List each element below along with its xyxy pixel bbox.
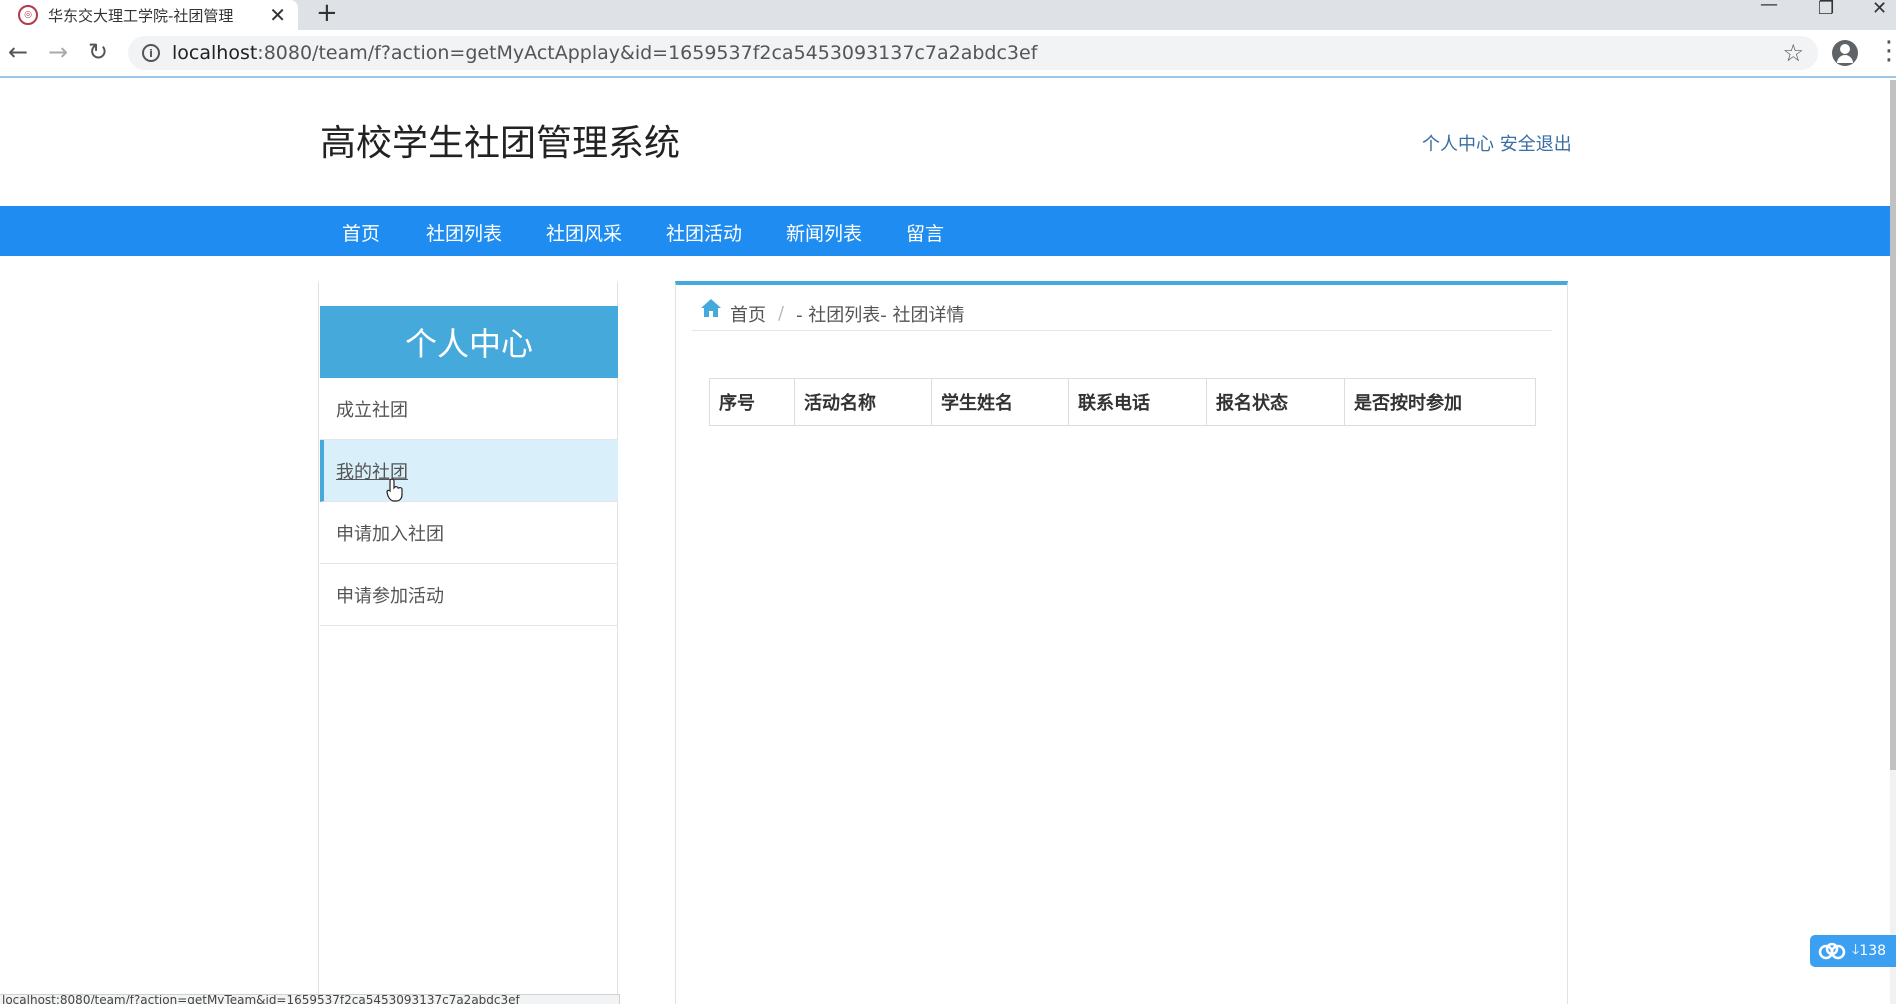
- nav-item-home[interactable]: 首页: [342, 219, 380, 246]
- site-title: 高校学生社团管理系统: [320, 123, 681, 164]
- back-button[interactable]: ←: [8, 40, 28, 64]
- status-bar-url: localhost:8080/team/f?action=getMyTeam&i…: [0, 994, 620, 1004]
- university-logo-icon: ◎: [18, 5, 38, 25]
- profile-avatar-icon[interactable]: [1832, 40, 1858, 66]
- download-arrow-icon: 🡓: [1852, 942, 1860, 958]
- breadcrumb-separator: /: [778, 303, 785, 324]
- address-bar[interactable]: i localhost:8080/team/f?action=getMyActA…: [128, 36, 1818, 70]
- sidebar-item-my-clubs[interactable]: 我的社团: [320, 440, 618, 502]
- minimize-button[interactable]: —: [1760, 0, 1778, 14]
- nav-item-club-showcase[interactable]: 社团风采: [546, 219, 622, 246]
- logout-link[interactable]: 安全退出: [1500, 134, 1572, 155]
- header-links: 个人中心 安全退出: [1422, 130, 1572, 156]
- sidebar-title: 个人中心: [320, 306, 618, 378]
- column-header-signup-status: 报名状态: [1207, 379, 1345, 425]
- main-nav: 首页 社团列表 社团风采 社团活动 新闻列表 留言: [0, 206, 1890, 256]
- nav-item-club-activities[interactable]: 社团活动: [666, 219, 742, 246]
- browser-tab-strip: ◎ 华东交大理工学院-社团管理 ✕ + — ❐ ✕: [0, 0, 1896, 30]
- scrollbar-thumb[interactable]: [1890, 80, 1896, 770]
- cloud-download-widget[interactable]: 🡓 138: [1810, 935, 1896, 967]
- new-tab-button[interactable]: +: [316, 0, 338, 26]
- breadcrumb: 首页 / - 社团列表- 社团详情: [692, 297, 1552, 331]
- download-count: 138: [1859, 943, 1887, 959]
- personal-center-link[interactable]: 个人中心: [1422, 134, 1494, 155]
- restore-button[interactable]: ❐: [1818, 0, 1834, 18]
- sidebar: 个人中心 成立社团 我的社团 申请加入社团 申请参加活动: [318, 282, 618, 1004]
- column-header-index: 序号: [710, 379, 795, 425]
- star-icon[interactable]: ☆: [1782, 39, 1804, 67]
- column-header-activity-name: 活动名称: [795, 379, 932, 425]
- cloud-icon: [1818, 942, 1846, 960]
- tab-title: 华东交大理工学院-社团管理: [48, 6, 234, 25]
- content-panel: 首页 / - 社团列表- 社团详情 序号 活动名称 学生姓名 联系电话 报名状态…: [675, 281, 1568, 1004]
- nav-item-messages[interactable]: 留言: [906, 219, 944, 246]
- breadcrumb-trail: - 社团列表- 社团详情: [796, 304, 965, 326]
- forward-button[interactable]: →: [48, 40, 68, 64]
- info-icon[interactable]: i: [142, 44, 160, 62]
- hand-cursor-icon: [386, 478, 403, 502]
- browser-menu-icon[interactable]: ⋮: [1876, 38, 1896, 64]
- sidebar-item-create-club[interactable]: 成立社团: [320, 378, 618, 440]
- nav-item-club-list[interactable]: 社团列表: [426, 219, 502, 246]
- nav-item-news-list[interactable]: 新闻列表: [786, 219, 862, 246]
- activity-application-table: 序号 活动名称 学生姓名 联系电话 报名状态 是否按时参加: [709, 378, 1536, 426]
- browser-toolbar: ← → ↻ i localhost:8080/team/f?action=get…: [0, 30, 1896, 78]
- breadcrumb-home[interactable]: 首页: [730, 301, 766, 327]
- column-header-student-name: 学生姓名: [932, 379, 1069, 425]
- url-text[interactable]: localhost:8080/team/f?action=getMyActApp…: [172, 42, 1037, 64]
- home-icon: [701, 298, 721, 317]
- browser-tab[interactable]: ◎ 华东交大理工学院-社团管理 ✕: [0, 0, 298, 30]
- window-close-button[interactable]: ✕: [1872, 0, 1887, 18]
- column-header-phone: 联系电话: [1069, 379, 1207, 425]
- column-header-attended-on-time: 是否按时参加: [1354, 393, 1462, 414]
- reload-button[interactable]: ↻: [88, 40, 108, 64]
- sidebar-item-join-activity[interactable]: 申请参加活动: [320, 564, 618, 626]
- sidebar-item-join-club[interactable]: 申请加入社团: [320, 502, 618, 564]
- tab-close-icon[interactable]: ✕: [269, 3, 286, 27]
